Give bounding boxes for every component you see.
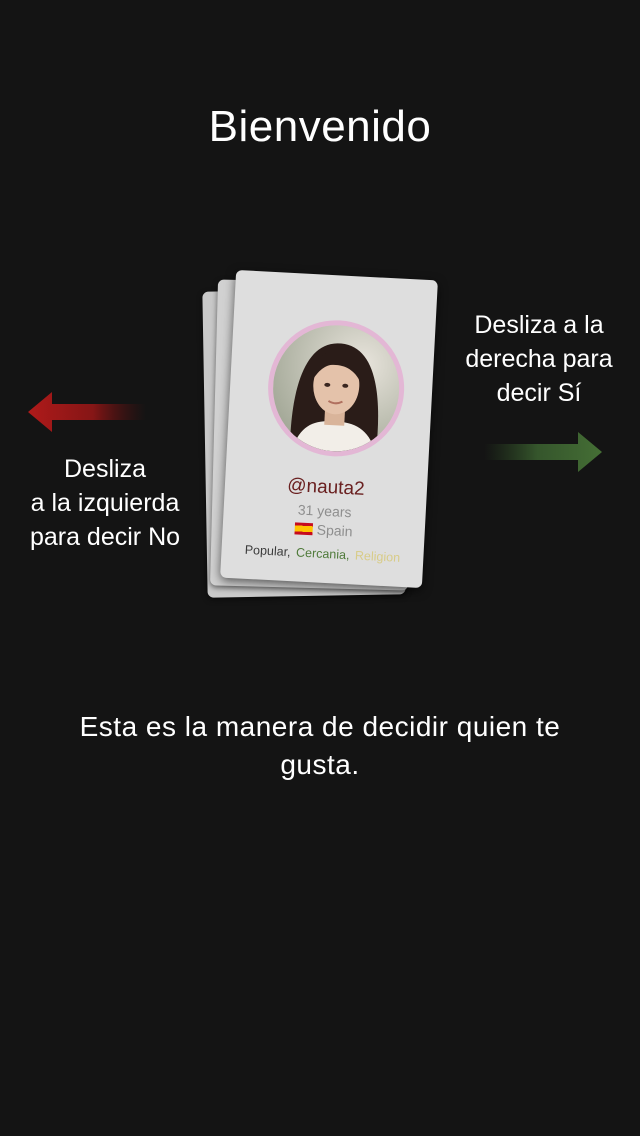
swipe-left-hint: Desliza a la izquierda para decir No [29, 455, 181, 551]
arrow-right-icon [484, 432, 602, 472]
welcome-screen: Bienvenido Desliza a la derecha para dec… [0, 0, 640, 1136]
page-title: Bienvenido [208, 102, 432, 151]
swipe-right-hint: Desliza a la derecha para decir Sí [465, 311, 613, 407]
spain-flag-icon [294, 522, 314, 536]
profile-card[interactable]: @nauta2 31 years Spain Popular, Cercania… [220, 269, 438, 589]
card-tags: Popular, Cercania, Religion [221, 542, 423, 567]
tag-popular: Popular, [244, 542, 291, 560]
tag-cercania: Cercania, [295, 545, 350, 563]
tagline: Esta es la manera de decidir quien te gu… [79, 711, 561, 780]
avatar [264, 316, 408, 460]
arrow-left-icon [28, 392, 146, 432]
tag-religion: Religion [354, 548, 401, 565]
profile-photo [269, 322, 403, 455]
card-country-label: Spain [316, 521, 353, 540]
